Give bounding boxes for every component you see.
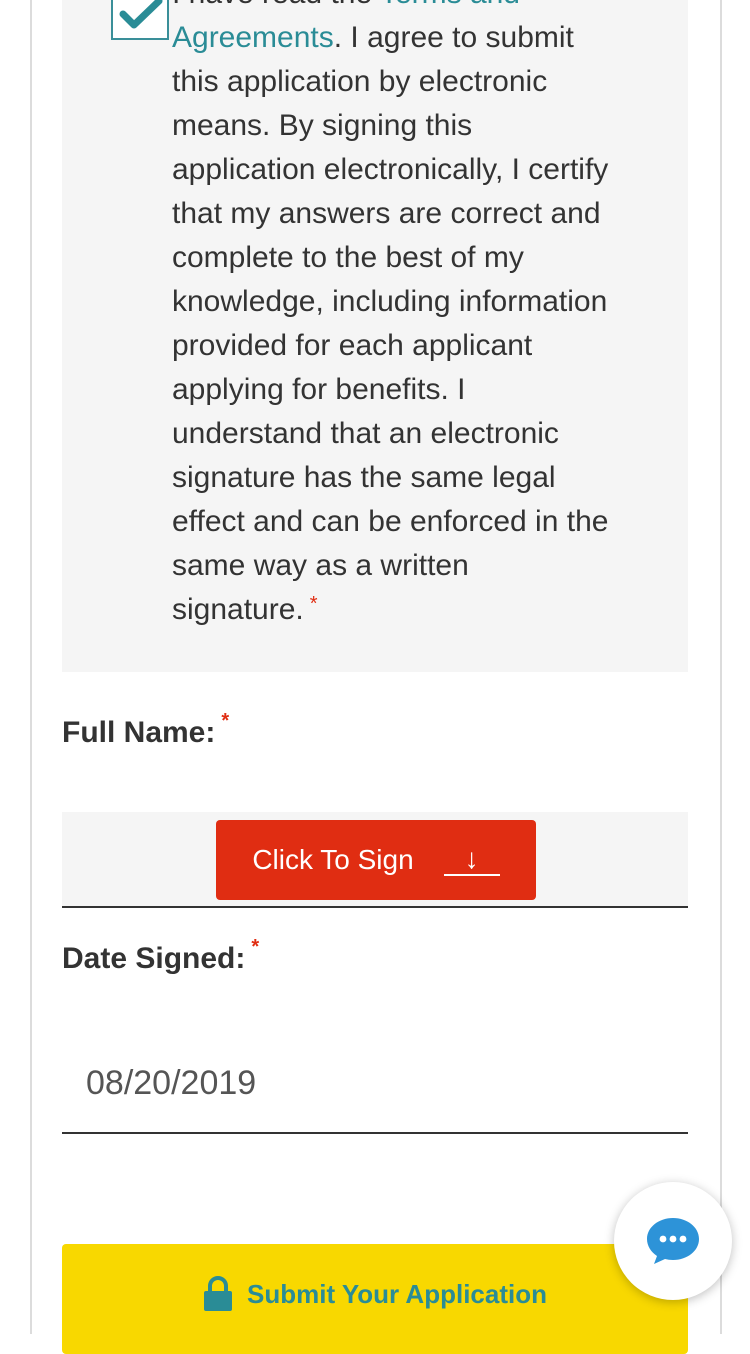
date-signed-value: 08/20/2019 xyxy=(86,1064,257,1102)
terms-link-continued[interactable]: Agreements xyxy=(172,21,334,54)
chat-button[interactable] xyxy=(614,1182,732,1300)
full-name-label-text: Full Name: xyxy=(62,716,216,749)
click-to-sign-button[interactable]: Click To Sign ↓ xyxy=(216,820,536,900)
date-signed-label-text: Date Signed: xyxy=(62,942,246,975)
consent-prefix: I have read the xyxy=(172,0,380,10)
consent-checkbox[interactable] xyxy=(111,0,169,40)
arrow-down-icon: ↓ xyxy=(443,844,500,876)
submit-content: Submit Your Application xyxy=(62,1276,688,1312)
terms-link[interactable]: Terms and xyxy=(380,0,520,10)
required-marker: * xyxy=(309,593,318,615)
date-signed-label: Date Signed: * xyxy=(62,936,259,976)
submit-label: Submit Your Application xyxy=(247,1278,547,1309)
checkmark-icon xyxy=(119,0,163,29)
lock-icon xyxy=(204,1276,233,1311)
date-signed-field[interactable]: 08/20/2019 xyxy=(62,1040,688,1134)
consent-text: I have read the Terms and Agreements. I a… xyxy=(172,0,612,632)
sign-button-label: Click To Sign xyxy=(252,844,414,875)
submit-application-button[interactable]: Submit Your Application xyxy=(62,1244,688,1354)
full-name-label: Full Name: * xyxy=(62,710,229,750)
required-marker: * xyxy=(251,936,260,958)
consent-body: . I agree to submit this application by … xyxy=(172,21,609,626)
required-marker: * xyxy=(221,710,230,732)
chat-bubble-icon xyxy=(647,1218,699,1264)
signature-field: Click To Sign ↓ xyxy=(62,812,688,908)
